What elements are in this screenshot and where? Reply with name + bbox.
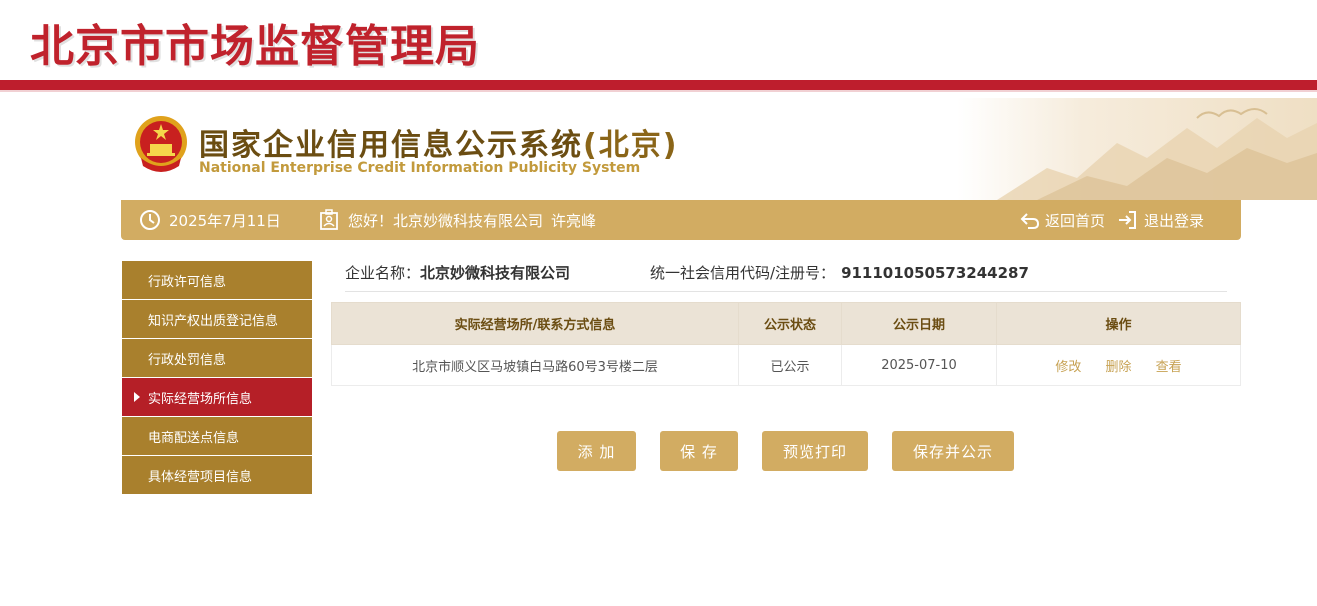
divider bbox=[345, 291, 1227, 292]
cell-operations: 修改 删除 查看 bbox=[996, 344, 1241, 386]
date-display: 2025年7月11日 bbox=[139, 200, 281, 240]
logout-label[interactable]: 退出登录 bbox=[1144, 210, 1204, 231]
delete-link[interactable]: 删除 bbox=[1105, 360, 1131, 375]
user-badge-icon bbox=[320, 209, 338, 230]
table-header-row: 实际经营场所/联系方式信息 公示状态 公示日期 操作 bbox=[331, 302, 1241, 345]
column-header-date: 公示日期 bbox=[841, 302, 997, 345]
system-title-text: 国家企业信用信息公示系统 bbox=[199, 128, 583, 163]
column-header-operations: 操作 bbox=[996, 302, 1241, 345]
company-name-line: 企业名称：北京妙微科技有限公司 bbox=[345, 262, 570, 283]
add-button[interactable]: 添 加 bbox=[557, 431, 636, 471]
greeting-text: 您好！北京妙微科技有限公司 bbox=[348, 211, 544, 230]
national-emblem-icon bbox=[135, 116, 187, 172]
table-row: 北京市顺义区马坡镇白马路60号3号楼二层 已公示 2025-07-10 修改 删… bbox=[331, 344, 1241, 386]
user-name: 许亮峰 bbox=[551, 211, 597, 230]
view-link[interactable]: 查看 bbox=[1156, 360, 1182, 375]
cell-address: 北京市顺义区马坡镇白马路60号3号楼二层 bbox=[331, 344, 739, 386]
credit-code-value: 911101050573244287 bbox=[841, 264, 1029, 282]
header-red-underline bbox=[0, 90, 1317, 92]
sidebar-item-business-items[interactable]: 具体经营项目信息 bbox=[122, 456, 312, 494]
back-home-label[interactable]: 返回首页 bbox=[1045, 210, 1105, 231]
header-red-band bbox=[0, 80, 1317, 90]
save-publish-button[interactable]: 保存并公示 bbox=[892, 431, 1014, 471]
system-region: (北京) bbox=[583, 128, 679, 163]
sidebar-item-admin-penalty[interactable]: 行政处罚信息 bbox=[122, 339, 312, 377]
sidebar-nav: 行政许可信息 知识产权出质登记信息 行政处罚信息 实际经营场所信息 电商配送点信… bbox=[122, 261, 312, 495]
edit-link[interactable]: 修改 bbox=[1055, 360, 1081, 375]
system-subtitle: National Enterprise Credit Information P… bbox=[199, 160, 641, 176]
bureau-title: 北京市市场监督管理局 bbox=[30, 21, 480, 72]
return-arrow-icon bbox=[1020, 213, 1040, 229]
system-banner: 国家企业信用信息公示系统(北京) National Enterprise Cre… bbox=[121, 98, 1317, 200]
column-header-status: 公示状态 bbox=[738, 302, 842, 345]
sidebar-item-ecommerce-delivery[interactable]: 电商配送点信息 bbox=[122, 417, 312, 455]
company-name-value: 北京妙微科技有限公司 bbox=[420, 264, 571, 282]
credit-code-label: 统一社会信用代码/注册号： bbox=[650, 264, 836, 282]
cell-date: 2025-07-10 bbox=[841, 344, 997, 386]
clock-icon bbox=[140, 210, 160, 230]
sidebar-item-admin-license[interactable]: 行政许可信息 bbox=[122, 261, 312, 299]
column-header-address: 实际经营场所/联系方式信息 bbox=[331, 302, 739, 345]
back-home-link[interactable]: 返回首页 bbox=[1019, 200, 1105, 240]
greeting-display: 您好！北京妙微科技有限公司 许亮峰 bbox=[318, 200, 596, 240]
preview-print-button[interactable]: 预览打印 bbox=[762, 431, 868, 471]
mountain-decoration-icon bbox=[957, 98, 1317, 200]
logout-link[interactable]: 退出登录 bbox=[1116, 200, 1204, 240]
cell-status: 已公示 bbox=[738, 344, 842, 386]
current-date: 2025年7月11日 bbox=[169, 211, 281, 230]
logout-icon bbox=[1119, 211, 1136, 229]
company-name-label: 企业名称： bbox=[345, 264, 421, 282]
credit-code-line: 统一社会信用代码/注册号： 911101050573244287 bbox=[650, 262, 1029, 283]
save-button[interactable]: 保 存 bbox=[660, 431, 738, 471]
system-title: 国家企业信用信息公示系统(北京) bbox=[199, 120, 678, 164]
sidebar-item-ip-pledge[interactable]: 知识产权出质登记信息 bbox=[122, 300, 312, 338]
user-info-bar: 2025年7月11日 您好！北京妙微科技有限公司 许亮峰 返回首页 退出登录 bbox=[121, 200, 1241, 240]
premises-table: 实际经营场所/联系方式信息 公示状态 公示日期 操作 北京市顺义区马坡镇白马路6… bbox=[331, 302, 1241, 386]
sidebar-item-business-premises[interactable]: 实际经营场所信息 bbox=[122, 378, 312, 416]
